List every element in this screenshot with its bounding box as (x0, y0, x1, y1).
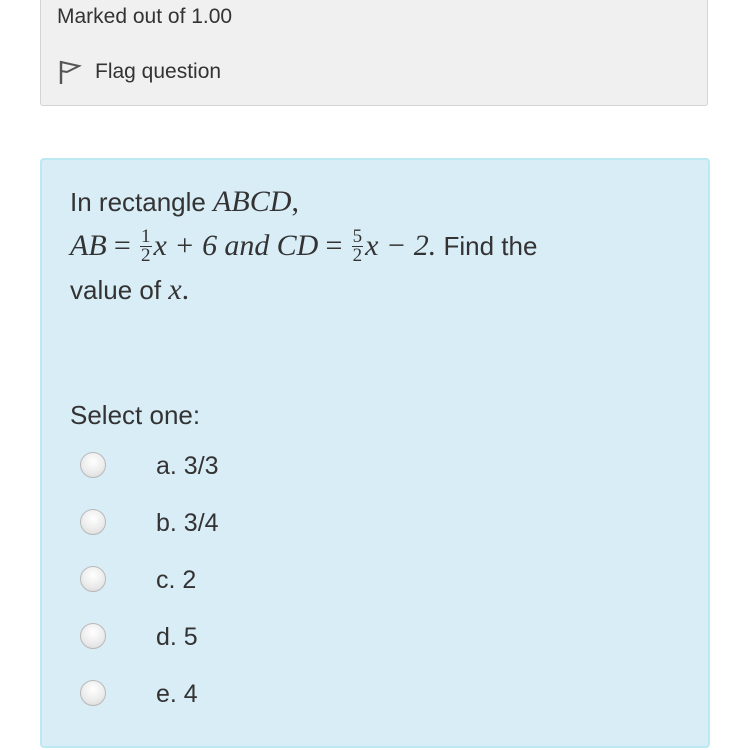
question-line-1: In rectangle ABCD, (70, 185, 299, 218)
ab-label: AB (70, 229, 107, 262)
answer-option-d[interactable]: d. 5 (78, 621, 638, 678)
question-intro: In rectangle (70, 187, 206, 217)
question-info-panel: Marked out of 1.00 Flag question (40, 0, 708, 106)
radio-button[interactable] (80, 680, 106, 706)
question-line-3: value of x. (70, 273, 190, 306)
question-text: In rectangle ABCD, AB = 12x + 6 and CD =… (70, 180, 680, 312)
and-word: and (224, 229, 270, 262)
radio-button[interactable] (80, 623, 106, 649)
fraction-one-half: 12 (140, 225, 152, 266)
flag-icon (57, 58, 83, 86)
marked-out-of: Marked out of 1.00 (57, 5, 233, 28)
answer-label[interactable]: a. 3/3 (156, 450, 219, 482)
answer-option-a[interactable]: a. 3/3 (78, 450, 638, 507)
question-line-2: AB = 12x + 6 and CD = 52x − 2. Find the (70, 224, 680, 268)
fraction-numerator: 5 (351, 225, 364, 247)
answer-label[interactable]: b. 3/4 (156, 507, 219, 539)
answer-option-e[interactable]: e. 4 (78, 678, 638, 735)
cd-expression: x − 2. (365, 229, 437, 262)
answer-label[interactable]: e. 4 (156, 678, 198, 710)
cd-label: CD (276, 229, 319, 262)
variable-x: x (168, 273, 182, 306)
flag-question-link[interactable]: Flag question (57, 57, 221, 87)
answer-option-c[interactable]: c. 2 (78, 564, 638, 621)
answer-option-b[interactable]: b. 3/4 (78, 507, 638, 564)
radio-button[interactable] (80, 509, 106, 535)
answer-label[interactable]: c. 2 (156, 564, 196, 596)
select-one-prompt: Select one: (70, 400, 201, 430)
value-of-text: value of (70, 275, 162, 305)
answer-options: a. 3/3 b. 3/4 c. 2 d. 5 e. 4 (78, 450, 638, 735)
rectangle-name: ABCD (213, 185, 292, 218)
equals-sign: = (325, 229, 343, 262)
question-tail: Find the (443, 231, 538, 261)
radio-button[interactable] (80, 452, 106, 478)
fraction-numerator: 1 (140, 225, 152, 247)
equals-sign: = (113, 229, 131, 262)
fraction-denominator: 2 (141, 244, 151, 266)
question-panel: In rectangle ABCD, AB = 12x + 6 and CD =… (40, 158, 710, 748)
answer-label[interactable]: d. 5 (156, 621, 198, 653)
fraction-denominator: 2 (352, 244, 363, 266)
ab-expression: x + 6 (153, 229, 218, 262)
fraction-five-halves: 52 (351, 225, 364, 266)
flag-question-label: Flag question (95, 60, 222, 83)
radio-button[interactable] (80, 566, 106, 592)
